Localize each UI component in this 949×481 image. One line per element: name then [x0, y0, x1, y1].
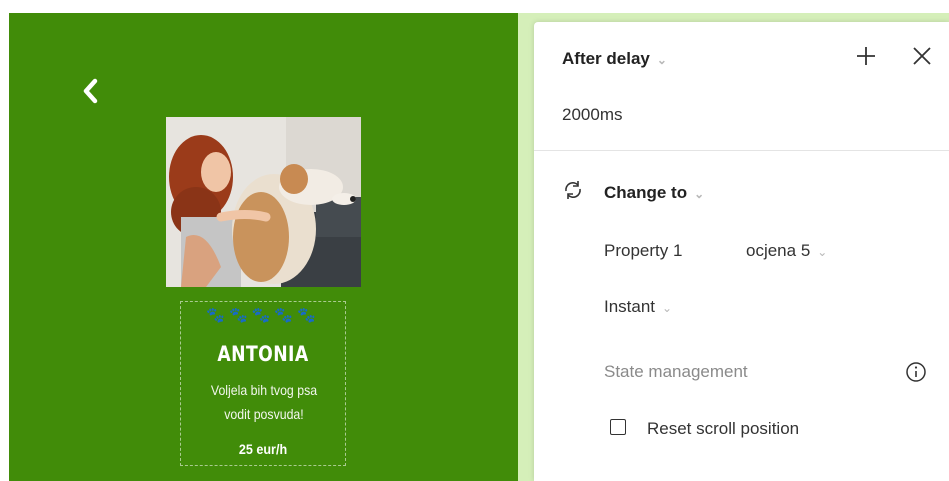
property-label: Property 1 — [604, 241, 683, 260]
close-icon[interactable] — [912, 46, 932, 71]
description-line-1: Voljela bih tvog psa — [210, 382, 318, 398]
animation-label: Instant — [604, 297, 656, 316]
delay-input[interactable]: 2000ms — [562, 105, 622, 125]
info-icon[interactable] — [905, 361, 927, 388]
trigger-label: After delay — [562, 49, 650, 68]
action-label: Change to — [604, 183, 688, 202]
property-value: ocjena 5 — [746, 241, 811, 260]
divider — [534, 150, 949, 151]
interaction-panel: After delay ⌄ 2000ms Change to ⌄ Property … — [534, 22, 949, 481]
plus-icon[interactable] — [855, 45, 877, 72]
reset-scroll-checkbox[interactable] — [610, 419, 626, 435]
chevron-down-icon: ⌄ — [656, 53, 667, 67]
animation-dropdown[interactable]: Instant ⌄ — [604, 297, 672, 317]
action-dropdown[interactable]: Change to ⌄ — [604, 183, 704, 203]
property-value-dropdown[interactable]: ocjena 5 ⌄ — [746, 241, 827, 261]
reset-scroll-label[interactable]: Reset scroll position — [647, 419, 799, 439]
profile-price: 25 eur/h — [238, 441, 288, 457]
profile-description: Voljela bih tvog psa vodit posvuda! — [196, 378, 332, 426]
profile-card[interactable]: 🐾🐾🐾🐾🐾 ANTONIA Voljela bih tvog psa vodit… — [180, 301, 346, 466]
chevron-down-icon: ⌄ — [662, 301, 673, 315]
chevron-down-icon: ⌄ — [817, 245, 828, 259]
prototype-frame[interactable]: 🐾🐾🐾🐾🐾 ANTONIA Voljela bih tvog psa vodit… — [9, 13, 518, 481]
chevron-left-icon[interactable] — [79, 76, 103, 106]
profile-photo — [166, 117, 361, 287]
rating-paws: 🐾🐾🐾🐾🐾 — [206, 307, 320, 324]
profile-name: ANTONIA — [217, 342, 309, 366]
trigger-dropdown[interactable]: After delay ⌄ — [562, 49, 667, 69]
chevron-down-icon: ⌄ — [694, 187, 705, 201]
description-line-2: vodit posvuda! — [224, 406, 304, 422]
swap-icon — [562, 179, 584, 206]
state-management-label: State management — [604, 362, 748, 381]
